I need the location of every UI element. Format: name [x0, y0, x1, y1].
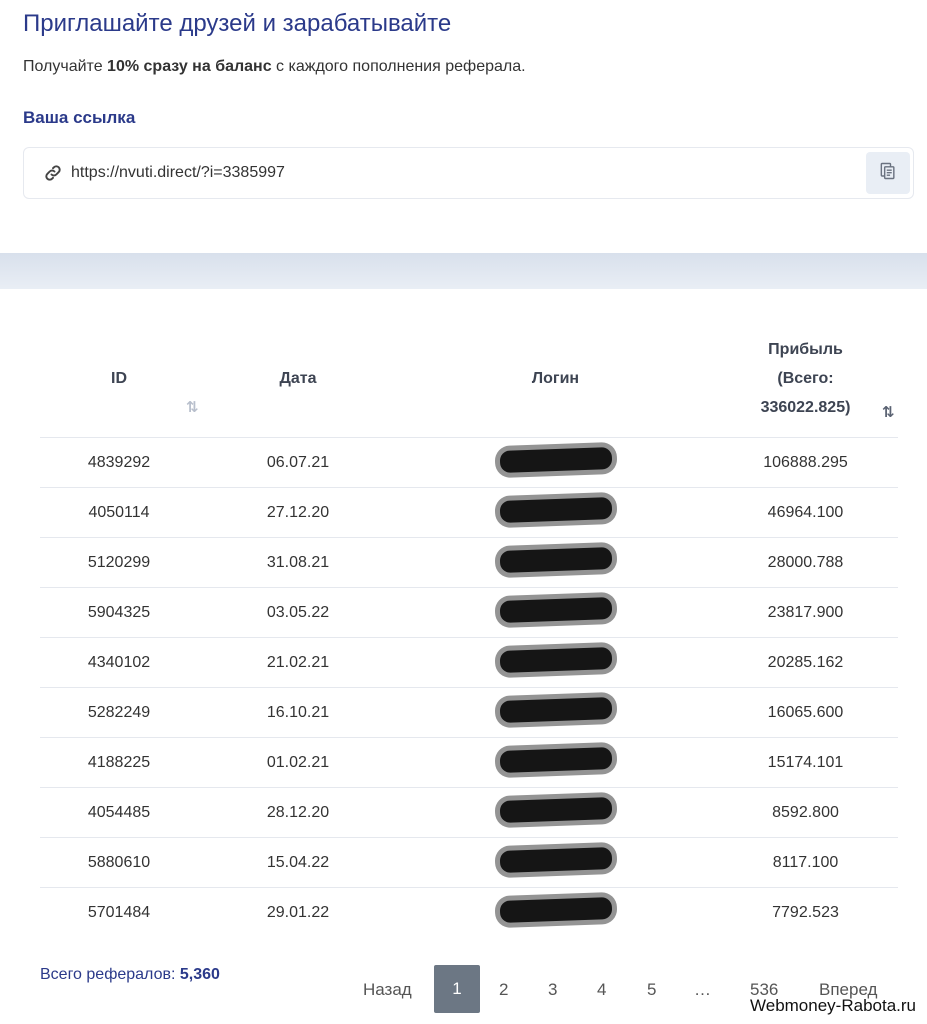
copy-icon [878, 161, 898, 186]
subtitle-text-pre: Получайте [23, 58, 108, 75]
cell-date: 21.02.21 [198, 637, 398, 688]
sort-icon[interactable]: ⇅ [186, 398, 198, 416]
page-title: Приглашайте друзей и зарабатывайте [23, 10, 452, 37]
cell-date: 03.05.22 [198, 587, 398, 638]
cell-login [398, 737, 713, 788]
cell-id: 5904325 [40, 587, 198, 638]
page-subtitle: Получайте 10% сразу на баланс с каждого … [23, 58, 526, 76]
cell-login [398, 437, 713, 488]
table-row: 4054485 28.12.20 8592.800 [40, 787, 898, 838]
pagination-ellipsis: … [694, 980, 711, 999]
cell-id: 5880610 [40, 837, 198, 888]
column-header-profit-total-value: 336022.825) [760, 399, 851, 416]
cell-login [398, 487, 713, 538]
cell-profit: 106888.295 [713, 437, 898, 488]
cell-date: 27.12.20 [198, 487, 398, 538]
cell-login [398, 887, 713, 937]
watermark: Webmoney-Rabota.ru [750, 996, 916, 1015]
redacted-login [499, 497, 612, 523]
cell-profit: 8117.100 [713, 837, 898, 888]
table-row: 5904325 03.05.22 23817.900 [40, 587, 898, 638]
total-referrals: Всего рефералов: 5,360 [40, 966, 220, 984]
column-header-date: Дата [198, 320, 398, 438]
pagination-page[interactable]: 2 [499, 980, 508, 1000]
column-header-login: Логин [398, 320, 713, 438]
cell-profit: 8592.800 [713, 787, 898, 838]
table-row: 5120299 31.08.21 28000.788 [40, 537, 898, 588]
pagination-page-current[interactable]: 1 [434, 965, 480, 1013]
referral-url[interactable]: https://nvuti.direct/?i=3385997 [71, 164, 285, 182]
cell-login [398, 587, 713, 638]
table-row: 5282249 16.10.21 16065.600 [40, 687, 898, 738]
redacted-login [499, 847, 612, 873]
redacted-login [499, 697, 612, 723]
redacted-login [499, 747, 612, 773]
cell-profit: 23817.900 [713, 587, 898, 638]
cell-date: 16.10.21 [198, 687, 398, 738]
redacted-login [499, 547, 612, 573]
cell-login [398, 537, 713, 588]
redacted-login [499, 447, 612, 473]
cell-id: 5120299 [40, 537, 198, 588]
table-row: 4839292 06.07.21 106888.295 [40, 437, 898, 488]
pagination-page[interactable]: 5 [647, 980, 656, 1000]
cell-id: 4188225 [40, 737, 198, 788]
cell-login [398, 837, 713, 888]
copy-link-button[interactable] [866, 152, 910, 194]
cell-profit: 28000.788 [713, 537, 898, 588]
pagination-page[interactable]: 3 [548, 980, 557, 1000]
subtitle-text-bold: 10% сразу на баланс [107, 58, 272, 75]
cell-id: 4340102 [40, 637, 198, 688]
cell-id: 5282249 [40, 687, 198, 738]
cell-date: 15.04.22 [198, 837, 398, 888]
cell-profit: 46964.100 [713, 487, 898, 538]
column-header-id[interactable]: ID ⇅ [40, 320, 198, 438]
cell-profit: 7792.523 [713, 887, 898, 937]
redacted-login [499, 597, 612, 623]
table-row: 4340102 21.02.21 20285.162 [40, 637, 898, 688]
cell-date: 06.07.21 [198, 437, 398, 488]
cell-date: 31.08.21 [198, 537, 398, 588]
total-referrals-label: Всего рефералов: [40, 966, 180, 983]
column-header-profit[interactable]: Прибыль (Всего: 336022.825) ⇅ [713, 320, 898, 438]
table-header-row: ID ⇅ Дата Логин Прибыль (Всего: 336022.8… [40, 320, 898, 438]
column-header-profit-label: Прибыль [768, 341, 843, 358]
column-header-login-label: Логин [531, 369, 580, 387]
cell-profit: 20285.162 [713, 637, 898, 688]
table-row: 4188225 01.02.21 15174.101 [40, 737, 898, 788]
section-divider-band [0, 253, 927, 289]
referral-link-label: Ваша ссылка [23, 108, 136, 127]
cell-profit: 15174.101 [713, 737, 898, 788]
cell-id: 4050114 [40, 487, 198, 538]
cell-login [398, 787, 713, 838]
cell-date: 29.01.22 [198, 887, 398, 937]
redacted-login [499, 897, 612, 923]
redacted-login [499, 797, 612, 823]
table-row: 5701484 29.01.22 7792.523 [40, 887, 898, 937]
cell-login [398, 687, 713, 738]
column-header-id-label: ID [111, 369, 127, 387]
referral-link-field[interactable]: https://nvuti.direct/?i=3385997 [23, 147, 914, 199]
table-row: 4050114 27.12.20 46964.100 [40, 487, 898, 538]
pagination-prev[interactable]: Назад [363, 980, 412, 1000]
sort-icon[interactable]: ⇅ [882, 398, 894, 427]
column-header-date-label: Дата [279, 369, 317, 387]
cell-id: 4839292 [40, 437, 198, 488]
referrals-table: ID ⇅ Дата Логин Прибыль (Всего: 336022.8… [40, 320, 898, 937]
cell-date: 28.12.20 [198, 787, 398, 838]
cell-date: 01.02.21 [198, 737, 398, 788]
pagination-page[interactable]: 4 [597, 980, 606, 1000]
total-referrals-value: 5,360 [179, 966, 220, 983]
cell-profit: 16065.600 [713, 687, 898, 738]
subtitle-text-post: с каждого пополнения реферала. [271, 58, 526, 75]
cell-id: 4054485 [40, 787, 198, 838]
cell-login [398, 637, 713, 688]
link-icon [44, 164, 62, 182]
cell-id: 5701484 [40, 887, 198, 937]
redacted-login [499, 647, 612, 673]
table-row: 5880610 15.04.22 8117.100 [40, 837, 898, 888]
column-header-profit-total-label: (Всего: [777, 370, 834, 387]
